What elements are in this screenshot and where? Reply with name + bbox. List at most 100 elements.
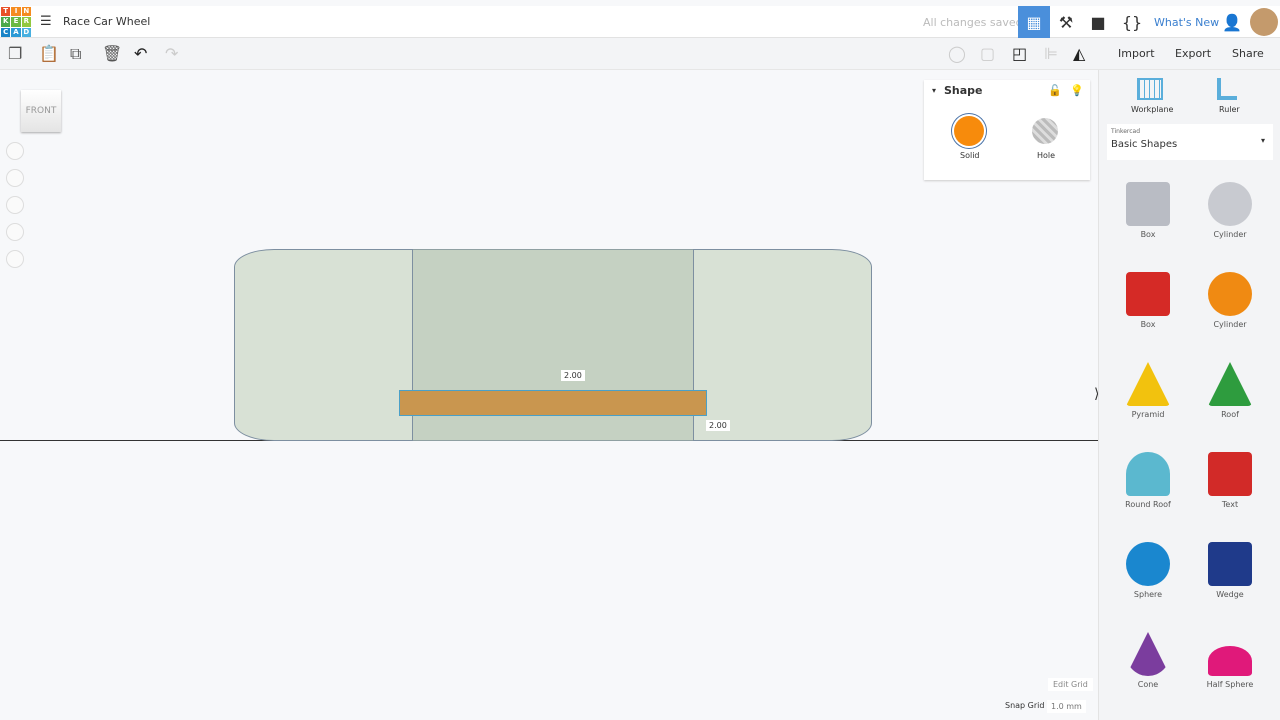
light-bulb-icon[interactable]: ◯ bbox=[948, 44, 966, 63]
shape-item-cylinder[interactable]: Cylinder bbox=[1195, 182, 1265, 239]
ungroup-icon[interactable]: ◰ bbox=[1012, 44, 1027, 63]
workplane-label[interactable]: Workplane bbox=[1131, 105, 1173, 114]
shape-item-roof[interactable]: Roof bbox=[1195, 362, 1265, 419]
zoom-out-icon[interactable] bbox=[6, 223, 24, 241]
shape-inspector: ▾ Shape 🔓 💡 Solid Hole bbox=[924, 80, 1090, 180]
save-status: All changes saved bbox=[923, 16, 1023, 29]
logo-letter: A bbox=[11, 27, 21, 37]
library-source: Tinkercad bbox=[1111, 128, 1141, 135]
shape-label: Cylinder bbox=[1213, 320, 1247, 329]
shape-label: Half Sphere bbox=[1206, 680, 1254, 689]
library-name: Basic Shapes bbox=[1111, 139, 1178, 150]
lock-icon[interactable]: 🔓 bbox=[1048, 84, 1062, 97]
solid-button[interactable] bbox=[954, 116, 984, 146]
whats-new-link[interactable]: What's New bbox=[1154, 16, 1219, 29]
pickaxe-icon[interactable]: ⚒ bbox=[1050, 6, 1082, 38]
shape-item-box[interactable]: Box bbox=[1113, 272, 1183, 329]
shape-thumbnail bbox=[1208, 362, 1252, 406]
mirror-icon[interactable]: ◭ bbox=[1073, 44, 1085, 63]
undo-icon[interactable]: ↶ bbox=[134, 44, 147, 63]
hole-label: Hole bbox=[1037, 151, 1056, 160]
logo-letter: C bbox=[1, 27, 11, 37]
shape-label: Sphere bbox=[1133, 590, 1163, 599]
perspective-icon[interactable] bbox=[6, 250, 24, 268]
shape-label: Box bbox=[1140, 320, 1156, 329]
shape-item-round-roof[interactable]: Round Roof bbox=[1113, 452, 1183, 509]
home-view-icon[interactable] bbox=[6, 142, 24, 160]
copy-icon[interactable]: ❐ bbox=[8, 44, 22, 63]
hole-button[interactable] bbox=[1032, 118, 1058, 144]
codeblocks-icon[interactable]: {} bbox=[1116, 6, 1148, 38]
height-dimension[interactable]: 2.00 bbox=[561, 370, 585, 381]
shape-label: Box bbox=[1140, 230, 1156, 239]
shape-item-cylinder[interactable]: Cylinder bbox=[1195, 272, 1265, 329]
export-button[interactable]: Export bbox=[1165, 42, 1222, 66]
logo-letter: I bbox=[11, 7, 21, 17]
shape-label: Round Roof bbox=[1125, 500, 1171, 509]
paste-icon[interactable]: 📋 bbox=[39, 44, 59, 63]
design-list-icon[interactable]: ☰ bbox=[40, 14, 52, 29]
redo-icon[interactable]: ↷ bbox=[165, 44, 178, 63]
shape-thumbnail bbox=[1208, 182, 1252, 226]
light-bulb-icon[interactable]: 💡 bbox=[1070, 84, 1084, 97]
shape-thumbnail bbox=[1126, 272, 1170, 316]
selected-box-shape[interactable] bbox=[399, 390, 707, 416]
shape-item-half-sphere[interactable]: Half Sphere bbox=[1195, 632, 1265, 689]
shape-label: Cone bbox=[1137, 680, 1159, 689]
fit-view-icon[interactable] bbox=[6, 169, 24, 187]
shape-item-text[interactable]: Text bbox=[1195, 452, 1265, 509]
logo-letter: D bbox=[21, 27, 31, 37]
shape-thumbnail bbox=[1126, 632, 1170, 676]
duplicate-icon[interactable]: ⧉ bbox=[70, 44, 81, 64]
edit-grid-button[interactable]: Edit Grid bbox=[1048, 678, 1093, 691]
group-icon[interactable]: ▢ bbox=[980, 44, 995, 63]
shape-thumbnail bbox=[1126, 182, 1170, 226]
zoom-in-icon[interactable] bbox=[6, 196, 24, 214]
shape-thumbnail bbox=[1208, 272, 1252, 316]
shape-label: Wedge bbox=[1216, 590, 1244, 599]
delete-icon[interactable]: 🗑 bbox=[102, 44, 122, 63]
logo-letter: E bbox=[11, 17, 21, 27]
solid-label: Solid bbox=[960, 151, 980, 160]
top-bar: TIN KER CAD ☰ Race Car Wheel All changes… bbox=[0, 6, 1280, 38]
toolbar: ❐ 📋 ⧉ 🗑 ↶ ↷ ◯ ▢ ◰ ⊫ ◭ Import Export Shar… bbox=[0, 38, 1280, 70]
shape-thumbnail bbox=[1126, 362, 1170, 406]
width-dimension[interactable]: 2.00 bbox=[706, 420, 730, 431]
logo-letter: T bbox=[1, 7, 11, 17]
logo-letter: N bbox=[21, 7, 31, 17]
shape-label: Cylinder bbox=[1213, 230, 1247, 239]
shape-label: Pyramid bbox=[1131, 410, 1165, 419]
add-user-icon[interactable]: 👤 bbox=[1216, 6, 1248, 38]
shapes-panel: Workplane Ruler Tinkercad Basic Shapes ▾… bbox=[1098, 70, 1280, 720]
shape-item-wedge[interactable]: Wedge bbox=[1195, 542, 1265, 599]
snap-grid-select[interactable]: 1.0 mm bbox=[1047, 700, 1086, 713]
logo-letter: R bbox=[21, 17, 31, 27]
shape-label: Roof bbox=[1221, 410, 1239, 419]
avatar[interactable] bbox=[1250, 8, 1278, 36]
ruler-icon[interactable] bbox=[1217, 78, 1237, 100]
import-button[interactable]: Import bbox=[1108, 42, 1165, 66]
shape-panel-title: Shape bbox=[944, 84, 983, 97]
3d-view-grid-icon[interactable]: ▦ bbox=[1018, 6, 1050, 38]
snap-grid-label: Snap Grid bbox=[1005, 701, 1045, 710]
bricks-icon[interactable]: ■ bbox=[1082, 6, 1114, 38]
workplane-icon[interactable] bbox=[1137, 78, 1163, 100]
library-select[interactable]: Tinkercad Basic Shapes ▾ bbox=[1107, 124, 1273, 160]
shape-item-pyramid[interactable]: Pyramid bbox=[1113, 362, 1183, 419]
tinkercad-logo[interactable]: TIN KER CAD bbox=[1, 7, 31, 37]
ruler-label[interactable]: Ruler bbox=[1219, 105, 1240, 114]
shape-label: Text bbox=[1221, 500, 1239, 509]
shape-thumbnail bbox=[1126, 452, 1170, 496]
shape-item-cone[interactable]: Cone bbox=[1113, 632, 1183, 689]
shape-thumbnail bbox=[1208, 542, 1252, 586]
collapse-icon[interactable]: ▾ bbox=[932, 86, 936, 95]
design-title[interactable]: Race Car Wheel bbox=[63, 15, 150, 28]
share-button[interactable]: Share bbox=[1222, 42, 1274, 66]
shape-item-box[interactable]: Box bbox=[1113, 182, 1183, 239]
view-cube[interactable]: FRONT bbox=[21, 90, 61, 132]
shape-thumbnail bbox=[1126, 542, 1170, 586]
shape-thumbnail bbox=[1208, 646, 1252, 676]
logo-letter: K bbox=[1, 17, 11, 27]
shape-item-sphere[interactable]: Sphere bbox=[1113, 542, 1183, 599]
align-icon[interactable]: ⊫ bbox=[1044, 44, 1058, 63]
